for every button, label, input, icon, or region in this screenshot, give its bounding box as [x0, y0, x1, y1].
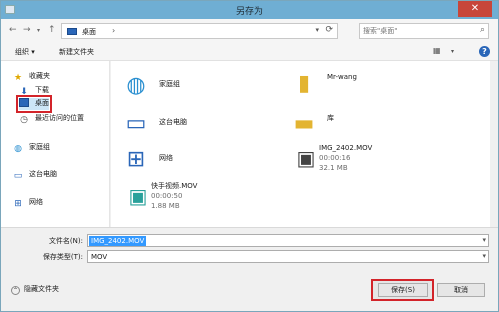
recent-places-icon: ◷ [20, 115, 28, 125]
computer-icon: ▭ [125, 111, 147, 136]
video-file-icon: ▣ [128, 184, 148, 208]
file-size: 1.88 MB [151, 202, 180, 210]
file-details: 快手视频.MOV 00:00:50 1.88 MB [151, 181, 197, 211]
organize-menu[interactable]: 组织 ▾ [15, 47, 35, 57]
sidebar-item-label: 下载 [35, 86, 49, 94]
hide-folders-toggle[interactable]: ⌃ 隐藏文件夹 [11, 284, 59, 295]
sidebar-item-label: 收藏夹 [29, 72, 50, 80]
sidebar-item-label: 桌面 [35, 99, 49, 107]
navigation-pane: ★ 收藏夹 ⬇ 下载 桌面 ◷ 最近访问的位置 ◍ 家庭组 ▭ 这台电脑 ⊞ 网络 [1, 61, 110, 227]
chevron-up-icon: ⌃ [11, 286, 20, 295]
desktop-icon [67, 28, 77, 35]
save-button[interactable]: 保存(S) [378, 283, 428, 297]
filetype-select[interactable]: MOV ▾ [87, 250, 489, 263]
sidebar-item-downloads[interactable]: ⬇ 下载 [19, 85, 49, 97]
address-bar[interactable]: 桌面 › ▾ ⟳ [61, 23, 338, 39]
sidebar-item-recent-places[interactable]: ◷ 最近访问的位置 [19, 113, 84, 125]
list-item[interactable]: ▮ Mr-wang [289, 69, 439, 99]
file-size: 32.1 MB [319, 164, 348, 172]
sidebar-item-desktop[interactable]: 桌面 [16, 95, 52, 113]
refresh-icon[interactable]: ⟳ [325, 25, 333, 35]
sidebar-item-label: 这台电脑 [29, 170, 57, 178]
network-icon: ⊞ [126, 147, 146, 172]
network-icon: ⊞ [14, 199, 22, 209]
file-duration: 00:00:16 [319, 154, 351, 162]
address-separator[interactable]: › [112, 26, 115, 35]
sidebar-item-this-pc[interactable]: ▭ 这台电脑 [13, 169, 57, 181]
view-options-icon[interactable]: ▦ [433, 46, 441, 55]
up-arrow-icon[interactable]: ↑ [48, 25, 56, 35]
address-row: ← → ▾ ↑ 桌面 › ▾ ⟳ ⌕ [1, 19, 498, 43]
filename-dropdown-icon[interactable]: ▾ [482, 236, 486, 244]
search-icon[interactable]: ⌕ [480, 25, 485, 35]
vertical-scrollbar[interactable] [490, 61, 498, 227]
file-name: 网络 [159, 154, 173, 162]
search-input[interactable] [363, 25, 473, 37]
sidebar-item-label: 家庭组 [29, 143, 50, 151]
file-name: IMG_2402.MOV [319, 144, 373, 152]
filename-label: 文件名(N): [48, 237, 83, 245]
user-folder-icon: ▮ [297, 71, 311, 96]
file-name: Mr-wang [327, 73, 357, 81]
list-item[interactable]: ▣ 快手视频.MOV 00:00:50 1.88 MB [123, 181, 283, 211]
desktop-icon [19, 98, 29, 107]
view-options-chevron-icon[interactable]: ▾ [451, 48, 454, 55]
file-name: 家庭组 [159, 80, 180, 88]
file-name: 这台电脑 [159, 118, 187, 126]
list-item[interactable]: ▬ 库 [289, 109, 439, 139]
sidebar-item-network[interactable]: ⊞ 网络 [13, 197, 43, 209]
address-location[interactable]: 桌面 [82, 27, 96, 37]
library-icon: ▬ [293, 111, 315, 136]
file-list: ◍ 家庭组 ▮ Mr-wang ▭ 这台电脑 ▬ 库 ⊞ 网络 ▣ IMG_24… [111, 61, 498, 227]
sidebar-item-label: 网络 [29, 198, 43, 206]
file-name: 库 [327, 114, 334, 122]
sidebar-item-label: 最近访问的位置 [35, 114, 84, 122]
save-as-dialog: 另存为 ✕ ← → ▾ ↑ 桌面 › ▾ ⟳ ⌕ 组织 ▾ 新建文件夹 ▦ ▾ … [0, 0, 499, 312]
homegroup-icon: ◍ [14, 144, 22, 154]
downloads-icon: ⬇ [20, 87, 28, 97]
computer-icon: ▭ [13, 171, 23, 181]
title-bar: 另存为 ✕ [1, 1, 498, 19]
save-form: 文件名(N): IMG_2402.MOV ▾ 保存类型(T): MOV ▾ ⌃ 隐… [1, 227, 498, 311]
forward-arrow-icon[interactable]: → [23, 25, 31, 35]
hide-folders-label: 隐藏文件夹 [24, 285, 59, 293]
star-icon: ★ [13, 73, 23, 83]
recent-locations-chevron-icon[interactable]: ▾ [37, 27, 40, 34]
help-icon[interactable]: ? [479, 46, 490, 57]
filename-input[interactable]: IMG_2402.MOV ▾ [87, 234, 489, 247]
dialog-title: 另存为 [235, 7, 263, 17]
homegroup-icon: ◍ [126, 73, 146, 98]
file-duration: 00:00:50 [151, 192, 183, 200]
filetype-value: MOV [91, 253, 108, 261]
file-name: 快手视频.MOV [151, 182, 198, 190]
new-folder-button[interactable]: 新建文件夹 [59, 47, 94, 57]
filetype-dropdown-icon[interactable]: ▾ [482, 252, 486, 260]
sidebar-item-favorites[interactable]: ★ 收藏夹 [13, 71, 50, 83]
toolbar: 组织 ▾ 新建文件夹 ▦ ▾ ? [1, 43, 498, 61]
list-item[interactable]: ◍ 家庭组 [121, 71, 271, 101]
video-file-icon: ▣ [296, 146, 316, 170]
list-item[interactable]: ▭ 这台电脑 [121, 109, 271, 139]
address-dropdown-icon[interactable]: ▾ [315, 26, 319, 34]
list-item[interactable]: ▣ IMG_2402.MOV 00:00:16 32.1 MB [291, 143, 451, 173]
list-item[interactable]: ⊞ 网络 [121, 145, 271, 175]
search-box[interactable]: ⌕ [359, 23, 489, 39]
cancel-button[interactable]: 取消 [437, 283, 485, 297]
close-button[interactable]: ✕ [458, 1, 492, 17]
filename-value[interactable]: IMG_2402.MOV [89, 236, 147, 246]
sidebar-item-homegroup[interactable]: ◍ 家庭组 [13, 142, 50, 154]
file-details: IMG_2402.MOV 00:00:16 32.1 MB [319, 143, 372, 173]
back-arrow-icon[interactable]: ← [9, 25, 17, 35]
filetype-label: 保存类型(T): [42, 253, 83, 261]
